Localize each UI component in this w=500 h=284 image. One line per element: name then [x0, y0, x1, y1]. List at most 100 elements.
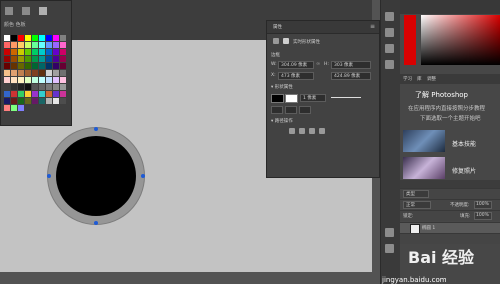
color-swatch[interactable] [11, 49, 17, 55]
character-icon[interactable] [385, 44, 394, 53]
color-swatch[interactable] [53, 63, 59, 69]
hue-slider[interactable] [404, 15, 416, 65]
align-button[interactable] [271, 106, 283, 114]
color-swatch[interactable] [4, 42, 10, 48]
color-swatch[interactable] [32, 77, 38, 83]
color-swatch[interactable] [60, 84, 66, 90]
color-swatch[interactable] [4, 35, 10, 41]
color-swatch[interactable] [39, 56, 45, 62]
layers-tabs[interactable] [400, 180, 500, 188]
color-swatch[interactable] [4, 49, 10, 55]
corners-button[interactable] [299, 106, 311, 114]
color-swatch[interactable] [60, 91, 66, 97]
color-swatch[interactable] [18, 77, 24, 83]
color-swatch[interactable] [53, 70, 59, 76]
color-swatch[interactable] [53, 84, 59, 90]
color-swatch[interactable] [53, 77, 59, 83]
stroke-style-select[interactable] [331, 97, 361, 98]
color-swatch[interactable] [53, 91, 59, 97]
color-swatch[interactable] [46, 84, 52, 90]
color-swatch[interactable] [4, 56, 10, 62]
color-swatch[interactable] [25, 49, 31, 55]
color-swatch[interactable] [39, 63, 45, 69]
color-swatch[interactable] [32, 63, 38, 69]
visibility-icon[interactable] [385, 244, 394, 253]
color-swatch[interactable] [53, 35, 59, 41]
color-swatch[interactable] [39, 49, 45, 55]
panel-tab-icon[interactable] [39, 7, 48, 15]
caps-button[interactable] [285, 106, 297, 114]
color-swatch[interactable] [32, 35, 38, 41]
color-swatch[interactable] [18, 49, 24, 55]
color-swatch[interactable] [60, 56, 66, 62]
color-swatch[interactable] [25, 42, 31, 48]
color-swatch[interactable] [4, 70, 10, 76]
path-anchor-right[interactable] [141, 174, 145, 178]
mask-icon[interactable] [283, 38, 289, 44]
color-swatch[interactable] [11, 105, 17, 111]
intersect-icon[interactable] [309, 128, 315, 134]
kind-filter[interactable]: 类型 [403, 190, 429, 198]
color-swatch[interactable] [46, 42, 52, 48]
color-swatch[interactable] [46, 70, 52, 76]
color-swatch[interactable] [46, 63, 52, 69]
color-swatch[interactable] [18, 105, 24, 111]
color-panel-tabs[interactable] [400, 0, 500, 14]
paragraph-icon[interactable] [385, 60, 394, 69]
color-swatch[interactable] [32, 70, 38, 76]
color-swatch[interactable] [25, 91, 31, 97]
color-swatch[interactable] [18, 56, 24, 62]
fill-swatch[interactable] [271, 94, 284, 103]
stroke-width-field[interactable]: 1 像素 [300, 94, 326, 102]
color-swatch[interactable] [60, 77, 66, 83]
color-swatch[interactable] [25, 84, 31, 90]
color-swatch[interactable] [18, 84, 24, 90]
color-swatch[interactable] [25, 70, 31, 76]
color-swatch[interactable] [53, 56, 59, 62]
color-swatch[interactable] [32, 56, 38, 62]
color-swatch[interactable] [60, 70, 66, 76]
height-field[interactable]: 303 像素 [331, 61, 371, 69]
ellipse-shape[interactable] [56, 136, 136, 216]
tab-learn[interactable]: 学习 [403, 76, 412, 82]
color-swatch[interactable] [25, 98, 31, 104]
panel-tab-icon[interactable] [22, 7, 31, 15]
x-field[interactable]: 473 像素 [278, 72, 314, 80]
exclude-icon[interactable] [319, 128, 325, 134]
layer-name[interactable]: 椭圆 1 [422, 225, 435, 231]
color-swatch[interactable] [4, 77, 10, 83]
combine-icon[interactable] [289, 128, 295, 134]
color-swatch[interactable] [60, 63, 66, 69]
color-swatch[interactable] [18, 42, 24, 48]
color-swatch[interactable] [18, 35, 24, 41]
visibility-icon[interactable] [385, 228, 394, 237]
y-field[interactable]: 424.89 像素 [331, 72, 371, 80]
color-swatch[interactable] [25, 77, 31, 83]
color-swatch[interactable] [60, 98, 66, 104]
color-swatch[interactable] [11, 63, 17, 69]
panel-tab-icon[interactable] [5, 7, 13, 15]
path-anchor-bottom[interactable] [94, 221, 98, 225]
color-swatch[interactable] [25, 56, 31, 62]
path-anchor-top[interactable] [94, 127, 98, 131]
color-swatch[interactable] [46, 77, 52, 83]
color-swatch[interactable] [11, 77, 17, 83]
blend-mode-select[interactable]: 正常 [403, 201, 431, 209]
color-swatch[interactable] [39, 35, 45, 41]
color-swatch[interactable] [4, 84, 10, 90]
opacity-field[interactable]: 100% [474, 201, 492, 209]
color-swatch[interactable] [18, 98, 24, 104]
color-swatch[interactable] [32, 84, 38, 90]
color-swatch[interactable] [11, 98, 17, 104]
color-swatch[interactable] [25, 35, 31, 41]
tutorial-thumbnail[interactable] [403, 130, 445, 152]
color-swatch[interactable] [11, 70, 17, 76]
stroke-swatch[interactable] [285, 94, 298, 103]
tab-adjustments[interactable]: 调整 [427, 76, 436, 82]
color-swatch[interactable] [39, 42, 45, 48]
color-swatch[interactable] [39, 84, 45, 90]
color-swatch[interactable] [53, 98, 59, 104]
color-swatch[interactable] [11, 56, 17, 62]
color-swatch[interactable] [18, 70, 24, 76]
color-swatch[interactable] [39, 91, 45, 97]
